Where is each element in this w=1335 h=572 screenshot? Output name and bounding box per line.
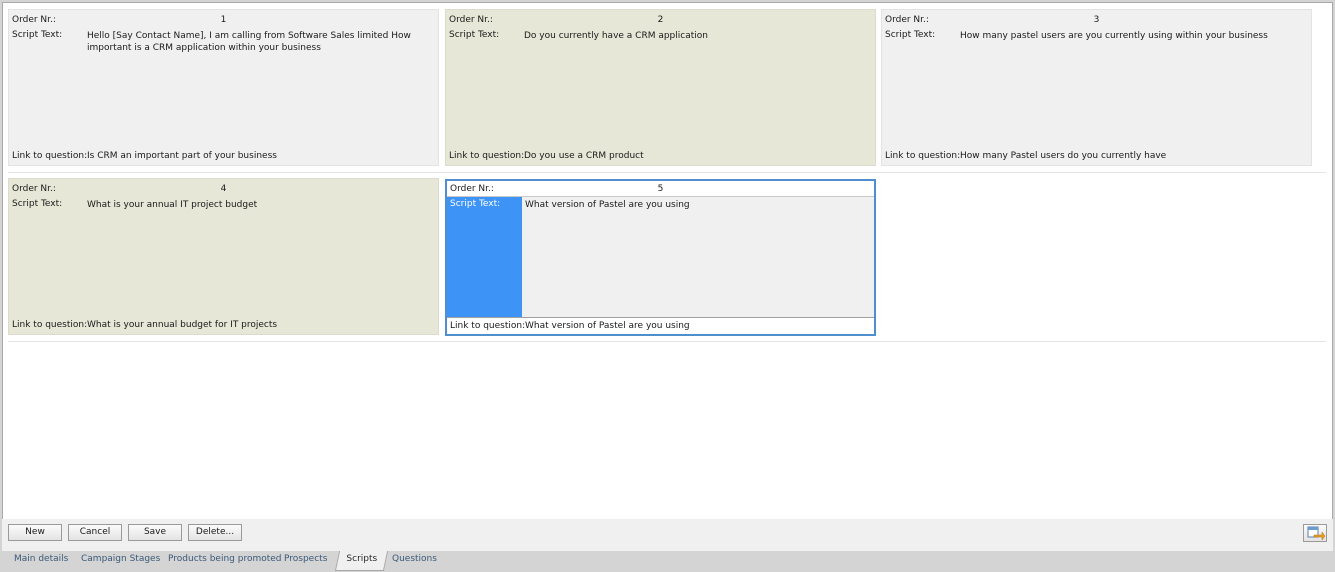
order-value[interactable]: 2: [446, 15, 875, 25]
link-value[interactable]: How many Pastel users do you currently h…: [960, 151, 1166, 161]
link-value[interactable]: What version of Pastel are you using: [525, 321, 690, 331]
tab-questions[interactable]: Questions: [392, 554, 437, 564]
link-value[interactable]: What is your annual budget for IT projec…: [87, 320, 277, 330]
script-text-editor[interactable]: What version of Pastel are you using: [525, 199, 854, 211]
action-toolbar: New Cancel Save Delete...: [2, 519, 1333, 551]
order-value[interactable]: 4: [9, 184, 438, 194]
selected-field-highlight: [447, 197, 522, 317]
link-label: Link to question:: [12, 320, 88, 330]
order-value[interactable]: 1: [9, 15, 438, 25]
tab-prospects[interactable]: Prospects: [284, 554, 327, 564]
row-divider: [8, 341, 1326, 342]
script-label: Script Text:: [12, 199, 63, 209]
tab-main-details[interactable]: Main details: [14, 554, 68, 564]
link-label: Link to question:: [450, 321, 526, 331]
script-card-3[interactable]: Order Nr.: 3 Script Text: How many paste…: [881, 9, 1312, 166]
script-card-4[interactable]: Order Nr.: 4 Script Text: What is your a…: [8, 178, 439, 335]
script-text[interactable]: Hello [Say Contact Name], I am calling f…: [87, 30, 418, 54]
script-label: Script Text:: [12, 30, 63, 40]
script-label: Script Text:: [449, 30, 500, 40]
link-label: Link to question:: [449, 151, 525, 161]
script-card-2[interactable]: Order Nr.: 2 Script Text: Do you current…: [445, 9, 876, 166]
delete-button[interactable]: Delete...: [188, 524, 242, 541]
script-label: Script Text:: [885, 30, 936, 40]
script-text[interactable]: How many pastel users are you currently …: [960, 30, 1291, 42]
new-button[interactable]: New: [8, 524, 62, 541]
save-button[interactable]: Save: [128, 524, 182, 541]
tab-scripts-label: Scripts: [346, 554, 378, 564]
script-text[interactable]: Do you currently have a CRM application: [524, 30, 855, 42]
script-card-1[interactable]: Order Nr.: 1 Script Text: Hello [Say Con…: [8, 9, 439, 166]
row-divider: [8, 172, 1326, 173]
link-label: Link to question:: [885, 151, 961, 161]
link-value[interactable]: Do you use a CRM product: [524, 151, 644, 161]
script-label: Script Text:: [450, 199, 501, 209]
export-icon: [1307, 526, 1326, 541]
link-value[interactable]: Is CRM an important part of your busines…: [87, 151, 277, 161]
tab-products-being-promoted[interactable]: Products being promoted: [168, 554, 282, 564]
link-label: Link to question:: [12, 151, 88, 161]
tab-strip: Main details Campaign Stages Products be…: [0, 551, 1335, 572]
export-button[interactable]: [1303, 524, 1327, 542]
script-card-5-selected[interactable]: Order Nr.: 5 Script Text: What version o…: [445, 179, 876, 336]
order-value[interactable]: 5: [447, 184, 874, 194]
order-value[interactable]: 3: [882, 15, 1311, 25]
script-text[interactable]: What is your annual IT project budget: [87, 199, 418, 211]
tab-scripts[interactable]: Scripts: [334, 551, 388, 571]
cancel-button[interactable]: Cancel: [68, 524, 122, 541]
tab-campaign-stages[interactable]: Campaign Stages: [81, 554, 160, 564]
